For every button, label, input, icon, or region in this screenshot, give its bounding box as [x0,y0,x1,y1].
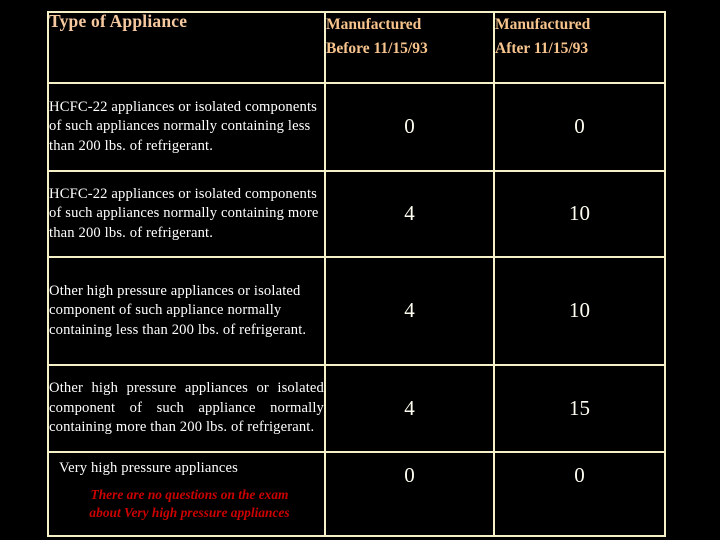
column-header-manufactured-after: Manufactured After 11/15/93 [493,11,666,84]
row-value-after: 0 [493,451,666,537]
table-row: HCFC-22 appliances or isolated component… [47,170,666,258]
column-header-after-line1: Manufactured [495,16,591,33]
row-value-before: 4 [324,170,495,258]
row-description: Very high pressure appliances [59,460,239,476]
row-description: Other high pressure appliances or isolat… [47,364,326,453]
column-header-before-line1: Manufactured [326,16,422,33]
row-value-before: 4 [324,256,495,366]
row-description: HCFC-22 appliances or isolated component… [47,82,326,172]
column-header-after-line2: After 11/15/93 [495,40,589,58]
row-description-cell: Very high pressure appliances There are … [47,451,326,537]
slide-canvas: Type of Appliance Manufactured Before 11… [0,0,720,540]
exam-note-line2: about Very high pressure appliances [89,505,290,521]
table-row: HCFC-22 appliances or isolated component… [47,82,666,172]
table-header-row: Type of Appliance Manufactured Before 11… [47,11,666,84]
exam-note-line1: There are no questions on the exam [90,487,289,503]
row-value-after: 0 [493,82,666,172]
appliance-table-container: Type of Appliance Manufactured Before 11… [47,11,666,537]
row-value-before: 0 [324,82,495,172]
row-description: HCFC-22 appliances or isolated component… [47,170,326,258]
column-header-type-of-appliance: Type of Appliance [47,11,326,84]
row-value-after: 10 [493,256,666,366]
table-row: Other high pressure appliances or isolat… [47,364,666,453]
column-header-manufactured-before: Manufactured Before 11/15/93 [324,11,495,84]
exam-note: There are no questions on the exam about… [49,482,324,522]
column-header-before-line2: Before 11/15/93 [326,40,428,58]
row-value-before: 4 [324,364,495,453]
row-value-after: 15 [493,364,666,453]
row-value-before: 0 [324,451,495,537]
table-row: Other high pressure appliances or isolat… [47,256,666,366]
evacuation-requirements-table: Type of Appliance Manufactured Before 11… [47,11,666,537]
table-row: Very high pressure appliances There are … [47,451,666,537]
row-value-after: 10 [493,170,666,258]
row-description: Other high pressure appliances or isolat… [47,256,326,366]
